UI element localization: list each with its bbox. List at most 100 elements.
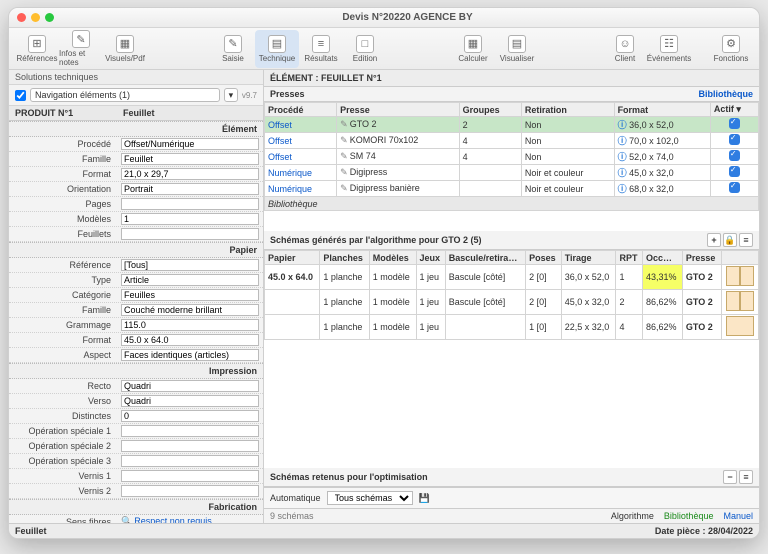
press-active[interactable] xyxy=(710,133,758,149)
nav-step-down[interactable]: ▾ xyxy=(224,88,238,102)
schema-col[interactable]: Poses xyxy=(526,251,562,265)
property-input[interactable] xyxy=(121,380,259,392)
auto-select[interactable]: Tous schémas xyxy=(327,491,413,505)
schema-col[interactable]: Occ… xyxy=(643,251,683,265)
schemas-area[interactable]: PapierPlanchesModèlesJeuxBascule/retira…… xyxy=(264,250,759,468)
toolbar-client[interactable]: ☺Client xyxy=(603,30,647,68)
property-value[interactable] xyxy=(117,182,263,196)
press-proc[interactable]: Numérique xyxy=(265,181,337,197)
schema-col[interactable]: Bascule/retira… xyxy=(445,251,525,265)
link-algorithme[interactable]: Algorithme xyxy=(611,511,654,521)
press-row[interactable]: OffsetSM 744Nonⓘ 52,0 x 74,0 xyxy=(265,149,759,165)
property-value[interactable]: 🔍Respect non requis xyxy=(117,515,263,523)
press-bib-cell[interactable]: Bibliothèque xyxy=(265,197,759,211)
property-input[interactable] xyxy=(121,213,259,225)
toolbar--v-nements[interactable]: ☷Événements xyxy=(647,30,691,68)
property-input[interactable] xyxy=(121,455,259,467)
property-input[interactable] xyxy=(121,319,259,331)
schema-col[interactable]: Tirage xyxy=(561,251,616,265)
opt-doc-icon[interactable]: ≡ xyxy=(739,470,753,484)
info-icon[interactable]: ⓘ xyxy=(618,136,627,146)
property-input[interactable] xyxy=(121,183,259,195)
nav-elements-select[interactable]: Navigation éléments (1) xyxy=(30,88,220,102)
pencil-icon[interactable] xyxy=(340,167,350,177)
property-value[interactable] xyxy=(117,227,263,241)
property-value[interactable] xyxy=(117,197,263,211)
property-input[interactable] xyxy=(121,153,259,165)
press-active[interactable] xyxy=(710,181,758,197)
property-value[interactable] xyxy=(117,212,263,226)
close-icon[interactable] xyxy=(17,13,26,22)
pencil-icon[interactable] xyxy=(340,119,350,129)
property-value[interactable] xyxy=(117,394,263,408)
press-col[interactable]: Presse xyxy=(337,103,459,117)
press-col[interactable]: Groupes xyxy=(459,103,521,117)
press-row[interactable]: NumériqueDigipressNoir et couleurⓘ 45,0 … xyxy=(265,165,759,181)
toolbar-fonctions[interactable]: ⚙Fonctions xyxy=(709,30,753,68)
info-icon[interactable]: ⓘ xyxy=(618,120,627,130)
toolbar-technique[interactable]: ▤Technique xyxy=(255,30,299,68)
property-input[interactable] xyxy=(121,334,259,346)
press-name[interactable]: SM 74 xyxy=(337,149,459,165)
property-value[interactable] xyxy=(117,273,263,287)
property-value[interactable] xyxy=(117,318,263,332)
property-value[interactable] xyxy=(117,379,263,393)
info-icon[interactable]: ⓘ xyxy=(618,152,627,162)
pencil-icon[interactable] xyxy=(340,183,350,193)
property-list[interactable]: Élément ProcédéFamilleFormatOrientationP… xyxy=(9,121,263,523)
toolbar-infos-et-notes[interactable]: ✎Infos et notes xyxy=(59,30,103,68)
press-col[interactable]: Retiration xyxy=(521,103,614,117)
press-bib-row[interactable]: Bibliothèque xyxy=(265,197,759,211)
press-row[interactable]: NumériqueDigipress banièreNoir et couleu… xyxy=(265,181,759,197)
toolbar-calculer[interactable]: ▦Calculer xyxy=(451,30,495,68)
schema-row[interactable]: 1 planche1 modèle1 jeuBascule [côté]2 [0… xyxy=(265,290,759,315)
property-input[interactable] xyxy=(121,485,259,497)
press-col[interactable]: Actif ▾ xyxy=(710,103,758,117)
checkbox-icon[interactable] xyxy=(729,182,740,193)
press-col[interactable]: Procédé xyxy=(265,103,337,117)
property-input[interactable] xyxy=(121,289,259,301)
pencil-icon[interactable] xyxy=(340,135,350,145)
property-input[interactable] xyxy=(121,274,259,286)
press-active[interactable] xyxy=(710,149,758,165)
property-value[interactable] xyxy=(117,348,263,362)
info-icon[interactable]: ⓘ xyxy=(618,168,627,178)
nav-checkbox[interactable] xyxy=(15,90,26,101)
info-icon[interactable]: ⓘ xyxy=(618,184,627,194)
property-value[interactable] xyxy=(117,303,263,317)
maximize-icon[interactable] xyxy=(45,13,54,22)
sch-thumb[interactable] xyxy=(721,265,758,290)
sch-thumb[interactable] xyxy=(721,315,758,340)
search-icon[interactable]: 🔍 xyxy=(121,516,132,523)
toolbar-visuels-pdf[interactable]: ▦Visuels/Pdf xyxy=(103,30,147,68)
property-input[interactable] xyxy=(121,349,259,361)
press-row[interactable]: OffsetGTO 22Nonⓘ 36,0 x 52,0 xyxy=(265,117,759,133)
press-proc[interactable]: Offset xyxy=(265,149,337,165)
schema-col[interactable]: Jeux xyxy=(416,251,445,265)
checkbox-icon[interactable] xyxy=(729,118,740,129)
press-active[interactable] xyxy=(710,165,758,181)
toolbar-edition[interactable]: □Edition xyxy=(343,30,387,68)
checkbox-icon[interactable] xyxy=(729,166,740,177)
press-name[interactable]: KOMORI 70x102 xyxy=(337,133,459,149)
schema-col[interactable]: Modèles xyxy=(369,251,416,265)
press-proc[interactable]: Numérique xyxy=(265,165,337,181)
press-row[interactable]: OffsetKOMORI 70x1024Nonⓘ 70,0 x 102,0 xyxy=(265,133,759,149)
minimize-icon[interactable] xyxy=(31,13,40,22)
property-input[interactable] xyxy=(121,198,259,210)
property-value[interactable] xyxy=(117,333,263,347)
press-proc[interactable]: Offset xyxy=(265,133,337,149)
property-value[interactable] xyxy=(117,439,263,453)
checkbox-icon[interactable] xyxy=(729,150,740,161)
property-value[interactable] xyxy=(117,137,263,151)
property-value[interactable] xyxy=(117,409,263,423)
toolbar-saisie[interactable]: ✎Saisie xyxy=(211,30,255,68)
property-value[interactable] xyxy=(117,152,263,166)
pencil-icon[interactable] xyxy=(340,151,350,161)
property-input[interactable] xyxy=(121,425,259,437)
tool-plus-icon[interactable]: + xyxy=(707,233,721,247)
property-input[interactable] xyxy=(121,410,259,422)
property-input[interactable] xyxy=(121,138,259,150)
property-input[interactable] xyxy=(121,304,259,316)
property-value[interactable] xyxy=(117,288,263,302)
